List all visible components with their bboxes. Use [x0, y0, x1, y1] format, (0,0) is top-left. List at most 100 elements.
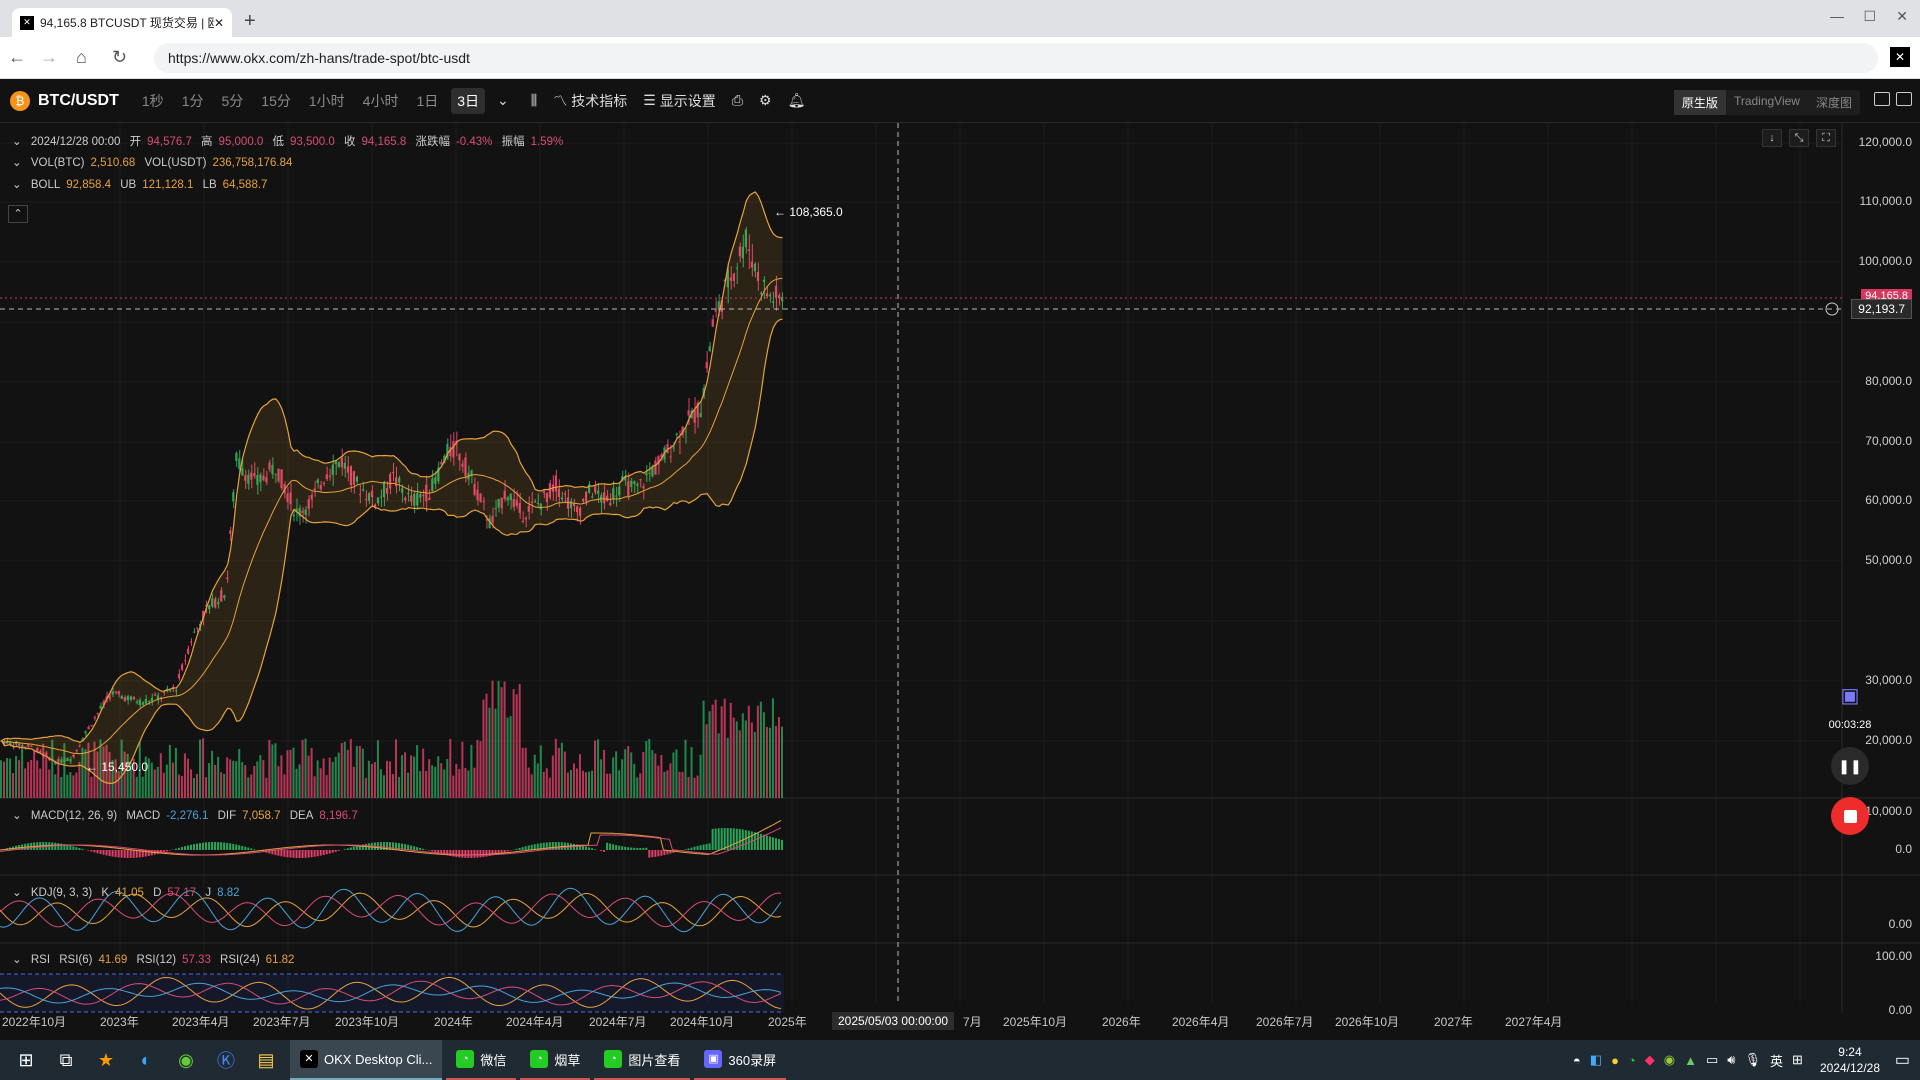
taskbar-app-360-recorder[interactable]: ▣ 360录屏	[694, 1040, 787, 1080]
timeframe-1s[interactable]: 1秒	[142, 91, 164, 111]
time-tick: 2025年10月	[1003, 1015, 1068, 1029]
microphone-icon[interactable]: 🎙︎	[1745, 1052, 1762, 1068]
k-value: 41.05	[115, 887, 144, 899]
tray-wechat-icon[interactable]: ◔	[1628, 1053, 1636, 1068]
volume-bar	[199, 739, 202, 798]
gear-icon[interactable]: ⚙	[759, 92, 772, 109]
chevron-down-icon[interactable]: ⌄	[12, 954, 22, 966]
view-tradingview[interactable]: TradingView	[1726, 90, 1808, 115]
chart-area[interactable]: ⌄ 2024/12/28 00:00 开 94,576.7 高 95,000.0 低…	[0, 123, 1920, 1030]
timeframe-15m[interactable]: 15分	[261, 91, 291, 111]
chevron-down-icon[interactable]: ⌄	[12, 136, 22, 148]
collapse-legend-icon[interactable]: ⌃	[8, 205, 28, 223]
macd-histogram-bar	[479, 850, 482, 858]
macd-histogram-bar	[744, 830, 747, 850]
window-close-icon[interactable]: ✕	[1896, 8, 1908, 25]
high-marker-value: 108,365.0	[789, 205, 843, 219]
alert-icon[interactable]: 🔔︎	[788, 92, 806, 109]
tray-app-icon[interactable]: ◧	[1590, 1052, 1602, 1068]
crosshair-price-tag: 92,193.7	[1851, 299, 1912, 319]
home-icon[interactable]: ⌂	[76, 47, 87, 68]
taskbar-app-wechat[interactable]: ◔ 微信	[446, 1040, 517, 1080]
forward-icon[interactable]: →	[40, 47, 58, 68]
taskbar-app-okx[interactable]: ✕ OKX Desktop Cli...	[290, 1040, 443, 1080]
timeframe-1d[interactable]: 1日	[416, 91, 438, 111]
wechat-icon: ◔	[530, 1050, 549, 1068]
taskbar-app-yancao[interactable]: ◔ 烟草	[520, 1040, 591, 1080]
browser-360-icon[interactable]: ◉	[166, 1050, 206, 1071]
timeframe-1m[interactable]: 1分	[182, 91, 204, 111]
indicators-button[interactable]: 〽技术指标	[553, 91, 627, 111]
okx-extension-icon[interactable]: ✕	[1890, 47, 1910, 67]
edge-icon[interactable]: ◐	[126, 1050, 166, 1071]
macd-histogram-bar	[379, 842, 382, 850]
candle-type-icon[interactable]: ⫼	[531, 92, 537, 109]
volume-bar	[705, 724, 708, 798]
stop-button[interactable]	[1831, 797, 1869, 835]
ime-indicator[interactable]: 英	[1770, 1051, 1783, 1070]
address-bar[interactable]: https://www.okx.com/zh-hans/trade-spot/b…	[154, 43, 1878, 73]
volume-bar	[642, 751, 645, 798]
minimize-icon[interactable]: —	[1830, 8, 1844, 24]
bollinger-band-fill	[1, 192, 783, 784]
volume-bar	[331, 761, 334, 798]
timeframe-5m[interactable]: 5分	[221, 91, 243, 111]
chevron-down-icon[interactable]: ⌄	[12, 157, 22, 169]
tray-app-icon[interactable]: ◆	[1645, 1052, 1655, 1068]
timeframe-3d[interactable]: 3日	[451, 87, 486, 114]
tray-app-icon[interactable]: ◓	[1573, 1053, 1581, 1068]
browser-tab[interactable]: ✕ 94,165.8 BTCUSDT 现货交易 | 欧... ✕	[12, 8, 232, 37]
volume-bar	[690, 747, 693, 798]
volume-bar	[202, 738, 205, 798]
keyboard-icon[interactable]: ⊞	[1792, 1052, 1803, 1068]
shrink-icon[interactable]: ⤡	[1789, 129, 1809, 147]
task-view-icon[interactable]: ⧉	[46, 1050, 86, 1071]
chevron-down-icon[interactable]: ⌄	[12, 810, 22, 822]
layout-icon[interactable]	[1874, 92, 1890, 106]
macd-histogram-bar	[57, 843, 60, 850]
volume-bar	[735, 721, 738, 798]
network-icon[interactable]: ▭	[1706, 1052, 1718, 1068]
view-depth[interactable]: 深度图	[1808, 90, 1860, 115]
fullscreen-icon[interactable]	[1896, 92, 1912, 106]
tray-nvidia-icon[interactable]: ▲	[1684, 1053, 1697, 1068]
tray-app-icon[interactable]: ●	[1611, 1053, 1619, 1068]
candle-body	[705, 361, 708, 369]
volume-bar	[497, 680, 500, 798]
time-tick: 2023年10月	[335, 1015, 400, 1029]
price-tick: 80,000.0	[1865, 374, 1912, 388]
star-app-icon[interactable]: ★	[86, 1050, 126, 1071]
change-label: 涨跌幅	[415, 136, 450, 148]
camera-icon[interactable]: ▣	[1834, 683, 1866, 715]
download-icon[interactable]: ↓	[1762, 129, 1782, 147]
k-app-icon[interactable]: Ⓚ	[206, 1047, 246, 1073]
timeframe-1h[interactable]: 1小时	[309, 91, 345, 111]
reload-icon[interactable]: ↻	[112, 47, 127, 68]
pair-selector[interactable]: BTC/USDT	[38, 92, 119, 110]
chevron-down-icon[interactable]: ⌄	[12, 179, 22, 191]
view-native[interactable]: 原生版	[1673, 90, 1726, 115]
clock[interactable]: 9:24 2024/12/28	[1820, 1044, 1880, 1076]
back-icon[interactable]: ←	[8, 47, 26, 68]
notification-icon[interactable]: ▭	[1895, 1050, 1910, 1070]
tray-app-icon[interactable]: ◉	[1664, 1052, 1675, 1068]
volume-bar	[440, 763, 443, 798]
view-switch: 原生版 TradingView 深度图	[1673, 90, 1860, 115]
maximize-icon[interactable]: ☐	[1863, 8, 1876, 25]
file-explorer-icon[interactable]: ▤	[246, 1050, 286, 1071]
volume-bar	[352, 766, 355, 798]
volume-bar	[156, 766, 159, 798]
volume-icon[interactable]: 🔊︎	[1727, 1052, 1735, 1068]
wechat-icon: ◔	[456, 1050, 475, 1068]
timeframe-4h[interactable]: 4小时	[363, 91, 399, 111]
windows-start-icon[interactable]: ⊞	[6, 1050, 46, 1071]
display-settings-button[interactable]: ☰ 显示设置	[643, 91, 716, 111]
tab-close-icon[interactable]: ✕	[214, 16, 224, 30]
chevron-down-icon[interactable]: ⌄	[12, 887, 22, 899]
new-tab-button[interactable]: +	[244, 10, 256, 33]
candlestick-chart[interactable]	[0, 123, 1920, 1030]
taskbar-app-image-viewer[interactable]: ◔ 图片查看	[594, 1040, 691, 1080]
pause-button[interactable]: ❚❚	[1831, 747, 1869, 785]
screenshot-icon[interactable]: ⎙	[732, 92, 743, 109]
timeframe-dropdown-icon[interactable]: ⌄	[497, 92, 509, 109]
